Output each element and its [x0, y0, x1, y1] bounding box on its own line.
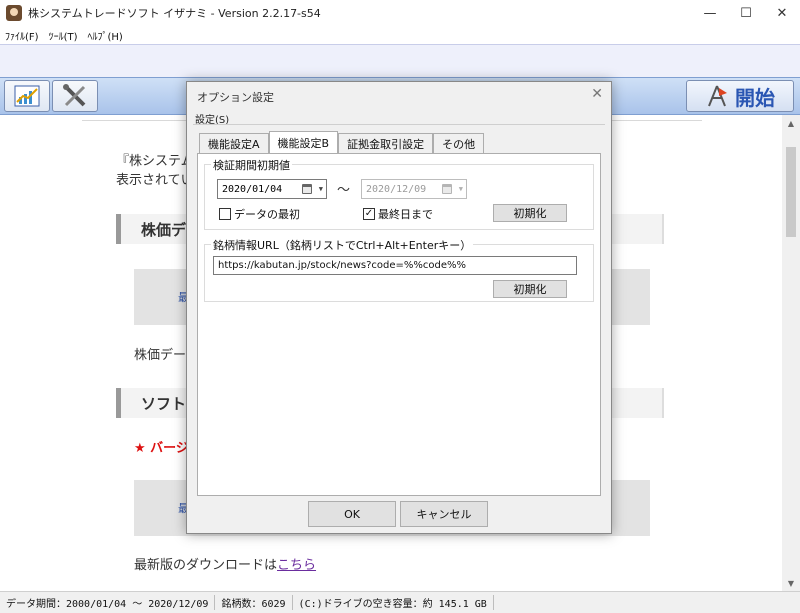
chevron-down-icon: ▼	[318, 185, 323, 193]
period-group: 検証期間初期値 2020/01/04 ▼ ～ 2020/12/09 ▼ データの…	[204, 157, 594, 230]
maximize-button[interactable]: ☐	[728, 0, 764, 26]
tab-other[interactable]: その他	[433, 133, 485, 153]
download-line: 最新版のダウンロードはこちら	[134, 558, 317, 573]
body-text: 株価デー	[134, 348, 187, 363]
minimize-button[interactable]: —	[692, 0, 728, 26]
app-icon	[6, 5, 22, 21]
period-group-title: 検証期間初期値	[211, 157, 292, 173]
end-date-picker: 2020/12/09 ▼	[361, 179, 467, 199]
start-label: 開始	[735, 85, 775, 110]
url-group: 銘柄情報URL（銘柄リストでCtrl+Alt+Enterキー） https://…	[204, 237, 594, 302]
chart-icon	[14, 85, 40, 107]
reset-url-button[interactable]: 初期化	[493, 280, 567, 298]
menu-bar: ﾌｧｲﾙ(F) ﾂｰﾙ(T) ﾍﾙﾌﾟ(H)	[0, 26, 800, 44]
tab-panel: 検証期間初期値 2020/01/04 ▼ ～ 2020/12/09 ▼ データの…	[197, 153, 601, 496]
reset-period-button[interactable]: 初期化	[493, 204, 567, 222]
data-start-label: データの最初	[234, 208, 300, 221]
intro-text: 『株システム 表示されてい	[116, 154, 194, 188]
ok-button[interactable]: OK	[308, 501, 396, 527]
vertical-scrollbar[interactable]: ▲ ▼	[782, 115, 800, 591]
data-start-checkbox-row[interactable]: データの最初	[219, 206, 300, 222]
chevron-down-icon: ▼	[458, 185, 463, 193]
status-period: データ期間：2000/01/04 ～ 2020/12/09	[0, 595, 216, 610]
tab-feature-a[interactable]: 機能設定A	[199, 133, 269, 153]
cancel-button[interactable]: キャンセル	[400, 501, 488, 527]
close-button[interactable]: ✕	[764, 0, 800, 26]
title-bar: 株システムトレードソフト イザナミ - Version 2.2.17-s54 —…	[0, 0, 800, 26]
data-start-checkbox[interactable]	[219, 208, 231, 220]
last-day-checkbox[interactable]: ✓	[363, 208, 375, 220]
menu-file[interactable]: ﾌｧｲﾙ(F)	[0, 28, 44, 43]
divider	[193, 124, 605, 125]
last-day-label: 最終日まで	[378, 208, 433, 221]
options-dialog: オプション設定 ✕ 設定(S) 機能設定A 機能設定B 証拠金取引設定 その他 …	[186, 81, 612, 534]
start-icon	[708, 85, 727, 107]
tools-button[interactable]	[52, 80, 98, 112]
window-title: 株システムトレードソフト イザナミ - Version 2.2.17-s54	[28, 7, 321, 20]
calendar-icon	[442, 184, 452, 194]
tab-strip: 機能設定A 機能設定B 証拠金取引設定 その他	[199, 131, 485, 153]
dialog-title: オプション設定	[197, 91, 274, 104]
tab-margin-trading[interactable]: 証拠金取引設定	[338, 133, 434, 153]
chart-button[interactable]	[4, 80, 50, 112]
status-bar: データ期間：2000/01/04 ～ 2020/12/09 銘柄数：6029 (…	[0, 591, 800, 613]
start-date-picker[interactable]: 2020/01/04 ▼	[217, 179, 327, 199]
status-drive: (C:)ドライブの空き容量：約 145.1 GB	[293, 595, 494, 610]
calendar-icon	[302, 184, 312, 194]
tab-feature-b[interactable]: 機能設定B	[268, 131, 339, 153]
download-link[interactable]: こちら	[277, 558, 316, 573]
scroll-down-icon[interactable]: ▼	[782, 575, 800, 591]
start-button[interactable]: 開始	[686, 80, 794, 112]
top-band	[0, 44, 800, 77]
menu-help[interactable]: ﾍﾙﾌﾟ(H)	[82, 28, 127, 43]
menu-tool[interactable]: ﾂｰﾙ(T)	[44, 28, 83, 43]
url-group-title: 銘柄情報URL（銘柄リストでCtrl+Alt+Enterキー）	[211, 237, 474, 253]
stock-url-input[interactable]: https://kabutan.jp/stock/news?code=%%cod…	[213, 256, 577, 275]
wrench-icon	[63, 84, 86, 107]
scroll-up-icon[interactable]: ▲	[782, 115, 800, 131]
dialog-close-icon[interactable]: ✕	[591, 86, 603, 102]
version-note: ★ バージ	[134, 441, 189, 456]
status-count: 銘柄数：6029	[215, 595, 293, 610]
range-separator: ～	[337, 183, 351, 198]
scroll-thumb[interactable]	[786, 147, 796, 237]
last-day-checkbox-row[interactable]: ✓ 最終日まで	[363, 206, 433, 222]
